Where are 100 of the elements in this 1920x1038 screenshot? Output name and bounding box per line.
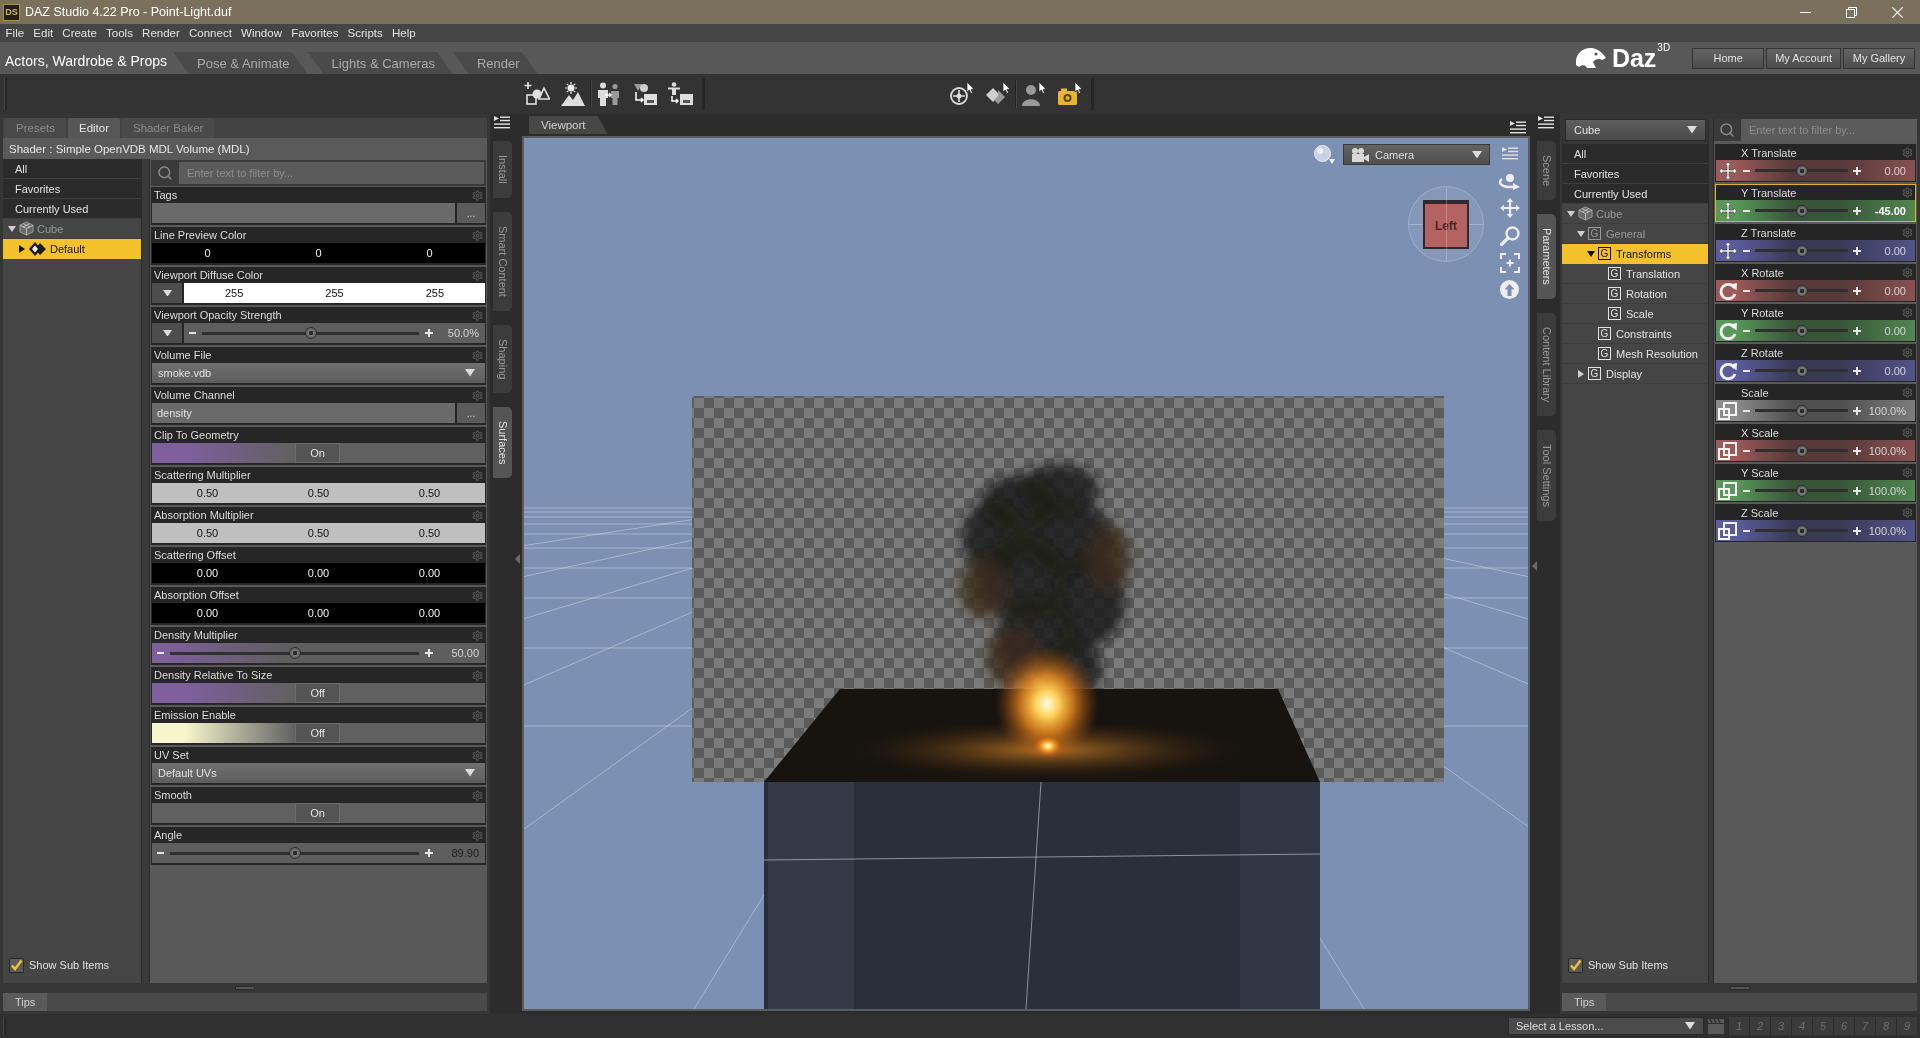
plus-icon[interactable] <box>1853 366 1861 375</box>
slider-thumb[interactable] <box>1795 444 1808 457</box>
person-cursor-icon[interactable] <box>1021 82 1047 106</box>
menu-item[interactable]: Window <box>236 27 287 39</box>
filter-item[interactable]: Currently Used <box>3 199 141 219</box>
slider-thumb[interactable] <box>1795 244 1808 257</box>
gear-icon[interactable] <box>472 229 483 241</box>
menu-item[interactable]: File <box>1 27 29 39</box>
menu-item[interactable]: Scripts <box>343 27 388 39</box>
dock-tab[interactable]: Scene <box>1536 141 1556 201</box>
toggle-button[interactable]: On <box>295 803 341 823</box>
search-icon[interactable] <box>1719 122 1735 138</box>
filter-item[interactable]: All <box>3 159 141 179</box>
plus-icon[interactable] <box>1853 406 1861 415</box>
plus-icon[interactable] <box>1853 326 1861 335</box>
filter-item[interactable]: Favorites <box>3 179 141 199</box>
gear-icon[interactable] <box>1902 427 1913 438</box>
minus-icon[interactable] <box>1743 249 1750 252</box>
toggle-button[interactable]: On <box>295 443 341 463</box>
color-field[interactable]: 0.00 0.00 0.00 <box>152 603 485 623</box>
parameter-row[interactable]: Z Translate 0.00 <box>1715 224 1916 262</box>
parameter-row[interactable]: X Scale 100.0% <box>1715 424 1916 462</box>
minus-icon[interactable] <box>1743 329 1750 332</box>
gear-icon[interactable] <box>472 669 483 681</box>
slider-thumb[interactable] <box>1795 404 1808 417</box>
target-cursor-icon[interactable] <box>949 82 975 106</box>
collapse-arrow-icon[interactable] <box>1532 561 1537 572</box>
sun-landscape-icon[interactable] <box>560 82 586 106</box>
color-field[interactable]: 0 0 0 <box>152 243 485 263</box>
workspace-tab[interactable]: Lights & Cameras <box>307 52 453 74</box>
dock-tab[interactable]: Parameters <box>1536 214 1556 300</box>
tree-item[interactable]: G Mesh Resolution <box>1562 344 1708 364</box>
gear-icon[interactable] <box>472 789 483 801</box>
slider-thumb[interactable] <box>1795 324 1808 337</box>
parameter-row[interactable]: Z Scale 100.0% <box>1715 504 1916 542</box>
camera-cursor-icon[interactable] <box>1057 82 1083 106</box>
dropdown[interactable]: smoke.vdb <box>152 363 485 383</box>
expand-button[interactable] <box>152 283 182 303</box>
parameter-row[interactable]: Z Rotate 0.00 <box>1715 344 1916 382</box>
tree-arrow-icon[interactable] <box>1576 230 1585 237</box>
parameter-row[interactable]: X Translate 0.00 <box>1715 144 1916 182</box>
search-icon[interactable] <box>157 165 173 181</box>
gear-icon[interactable] <box>1902 227 1913 238</box>
show-sub-items-toggle[interactable]: Show Sub Items <box>1562 955 1708 975</box>
frame-icon[interactable] <box>1499 253 1520 273</box>
color-field[interactable]: 0.50 0.50 0.50 <box>152 483 485 503</box>
zoom-icon[interactable] <box>1499 226 1520 246</box>
dock-tab[interactable]: Smart Content <box>492 211 512 311</box>
gear-icon[interactable] <box>1902 267 1913 278</box>
minus-icon[interactable] <box>1743 449 1750 452</box>
menu-item[interactable]: Edit <box>28 27 58 39</box>
checkbox[interactable] <box>9 957 24 973</box>
tree-arrow-icon[interactable] <box>1566 210 1575 217</box>
gear-icon[interactable] <box>1902 507 1913 518</box>
lesson-dropdown[interactable]: Select a Lesson... <box>1508 1017 1704 1035</box>
gear-icon[interactable] <box>472 349 483 361</box>
text-field[interactable] <box>152 203 455 223</box>
dock-tab[interactable]: Tool Settings <box>1536 430 1556 522</box>
tree-item[interactable]: G Translation <box>1562 264 1708 284</box>
primitives-icon[interactable] <box>524 82 550 106</box>
minus-icon[interactable] <box>1743 289 1750 292</box>
minimize-icon[interactable] <box>1799 11 1811 13</box>
gear-icon[interactable] <box>472 269 483 281</box>
parameter-row[interactable]: X Rotate 0.00 <box>1715 264 1916 302</box>
menu-item[interactable]: Render <box>137 27 185 39</box>
menu-item[interactable]: Create <box>57 27 102 39</box>
expand-button[interactable] <box>152 323 182 343</box>
panel-menu-icon[interactable] <box>1538 116 1554 129</box>
gear-icon[interactable] <box>472 749 483 761</box>
workspace-tab[interactable]: Pose & Animate <box>173 52 308 74</box>
account-button[interactable]: My Account <box>1766 47 1841 69</box>
tree-arrow-icon[interactable] <box>18 244 25 253</box>
slider-thumb[interactable] <box>1795 164 1808 177</box>
color-field[interactable]: 0.50 0.50 0.50 <box>152 523 485 543</box>
viewport-tab[interactable]: Viewport <box>529 116 608 134</box>
gear-icon[interactable] <box>472 469 483 481</box>
sphere-icon[interactable] <box>1314 145 1335 164</box>
minus-icon[interactable] <box>1743 489 1750 492</box>
text-field[interactable]: density <box>152 403 455 423</box>
tree-arrow-icon[interactable] <box>7 225 16 232</box>
gear-icon[interactable] <box>472 189 483 201</box>
color-field[interactable]: 255 255 255 <box>184 283 485 303</box>
account-button[interactable]: My Gallery <box>1843 47 1915 69</box>
gear-icon[interactable] <box>472 549 483 561</box>
plus-icon[interactable] <box>425 329 433 337</box>
gear-icon[interactable] <box>1902 187 1913 198</box>
gear-icon[interactable] <box>1902 147 1913 158</box>
tree-item[interactable]: G Constraints <box>1562 324 1708 344</box>
toggle-button[interactable]: Off <box>295 683 341 703</box>
figures-icon[interactable] <box>596 82 622 106</box>
tree-item[interactable]: G Scale <box>1562 304 1708 324</box>
menu-item[interactable]: Favorites <box>286 27 343 39</box>
filter-item[interactable]: Currently Used <box>1562 184 1708 204</box>
gear-icon[interactable] <box>1902 347 1913 358</box>
parameter-row[interactable]: Scale 100.0% <box>1715 384 1916 422</box>
minus-icon[interactable] <box>1743 409 1750 412</box>
tree-item[interactable]: Default <box>3 239 141 259</box>
diamond-cursor-icon[interactable] <box>985 82 1011 106</box>
toggle-button[interactable]: Off <box>295 723 341 743</box>
slider-thumb[interactable] <box>1795 524 1808 537</box>
